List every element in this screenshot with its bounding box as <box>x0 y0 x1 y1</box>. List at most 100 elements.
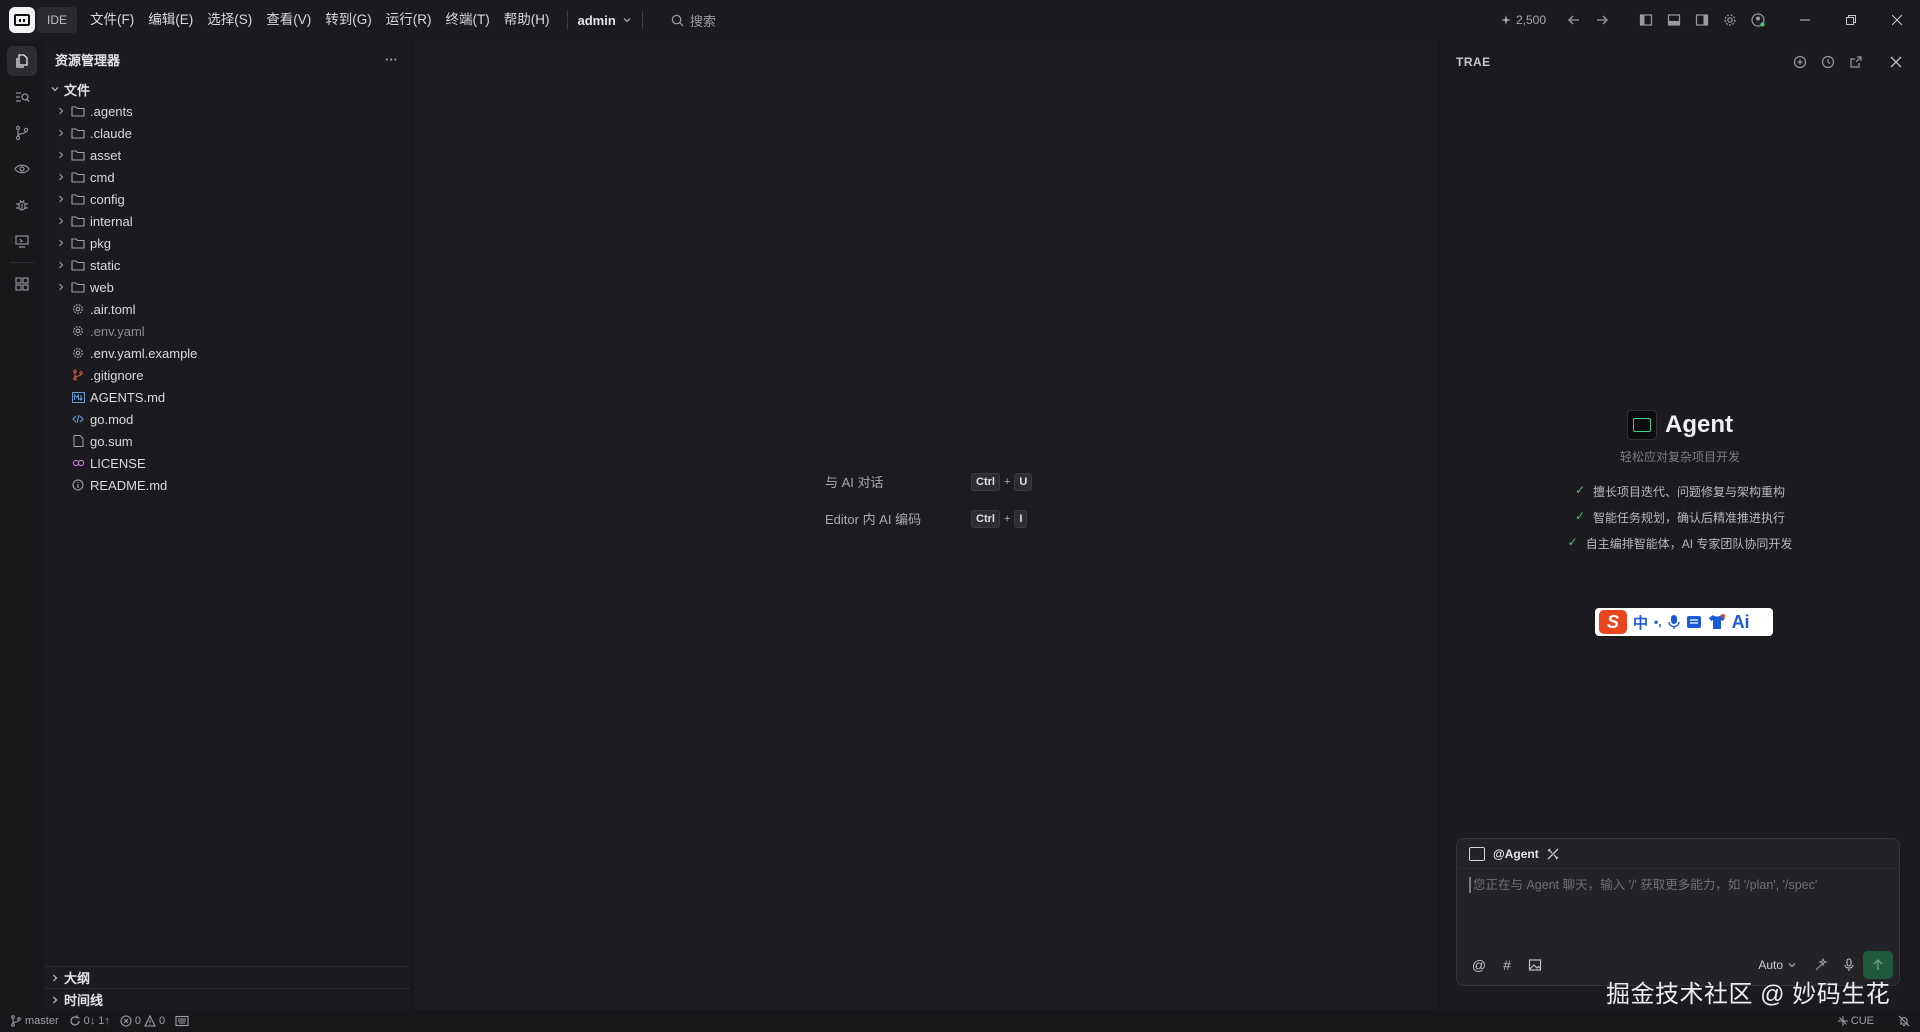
file-item[interactable]: LICENSE <box>44 452 410 474</box>
remote-monitor-icon[interactable] <box>7 226 37 256</box>
toggle-left-panel-icon[interactable] <box>1632 0 1660 40</box>
context-hash-icon[interactable]: # <box>1493 951 1521 979</box>
ime-ai-button[interactable]: Ai <box>1732 612 1750 633</box>
explorer-files-icon[interactable] <box>7 46 37 76</box>
sync-status[interactable]: 0↓ 1↑ <box>69 1015 110 1027</box>
open-external-icon[interactable] <box>1842 48 1870 76</box>
skin-shirt-icon[interactable] <box>1708 614 1726 630</box>
history-icon[interactable] <box>1814 48 1842 76</box>
microphone-icon[interactable] <box>1667 614 1680 630</box>
close-panel-icon[interactable] <box>1882 48 1910 76</box>
folder-item[interactable]: cmd <box>44 166 410 188</box>
chevron-right-icon <box>53 974 58 981</box>
info-icon <box>70 479 86 491</box>
language-status[interactable]: CUE <box>1837 1015 1874 1027</box>
editor-area[interactable]: 与 AI 对话 Ctrl + U Editor 内 AI 编码 Ctrl + I <box>414 40 1438 1010</box>
folder-item[interactable]: .agents <box>44 100 410 122</box>
ime-toolbar[interactable]: S 中 •, Ai <box>1595 608 1773 636</box>
file-name: .env.yaml <box>90 323 145 339</box>
tree-root-folder[interactable]: 文件 <box>44 78 410 100</box>
settings-gear-icon[interactable] <box>1716 0 1744 40</box>
ide-mode-badge[interactable]: IDE <box>37 7 78 33</box>
folder-item[interactable]: config <box>44 188 410 210</box>
back-arrow-icon[interactable] <box>1560 0 1588 40</box>
model-mode-dropdown[interactable]: Auto <box>1758 958 1797 972</box>
gear-icon <box>70 325 86 337</box>
gear-icon <box>70 347 86 359</box>
more-actions-icon[interactable]: ··· <box>385 52 398 67</box>
key-plus: + <box>1003 512 1011 525</box>
folder-icon <box>70 127 86 139</box>
menu-help[interactable]: 帮助(H) <box>497 0 557 40</box>
menu-edit[interactable]: 编辑(E) <box>141 0 200 40</box>
notifications-bell-icon[interactable] <box>1898 1015 1910 1027</box>
folder-item[interactable]: pkg <box>44 232 410 254</box>
ime-lang-toggle[interactable]: 中 <box>1633 612 1648 633</box>
close-window-button[interactable] <box>1874 0 1920 40</box>
folder-icon <box>70 105 86 117</box>
shortcut-hint-chat: 与 AI 对话 Ctrl + U <box>825 472 1033 491</box>
account-icon[interactable] <box>1744 0 1772 40</box>
global-search[interactable]: 搜索 <box>671 11 716 30</box>
toggle-right-panel-icon[interactable] <box>1688 0 1716 40</box>
agent-title: Agent <box>1440 410 1920 440</box>
timeline-section[interactable]: 时间线 <box>44 988 410 1010</box>
file-item[interactable]: .env.yaml <box>44 320 410 342</box>
folder-item[interactable]: asset <box>44 144 410 166</box>
search-panel-icon[interactable] <box>7 82 37 112</box>
chat-agent-selector[interactable]: @Agent <box>1457 839 1899 869</box>
forward-arrow-icon[interactable] <box>1588 0 1616 40</box>
ime-punct-toggle[interactable]: •, <box>1654 615 1662 629</box>
menu-go[interactable]: 转到(G) <box>318 0 379 40</box>
keyboard-status-icon[interactable] <box>175 1015 189 1027</box>
mention-at-icon[interactable]: @ <box>1465 951 1493 979</box>
file-item[interactable]: go.sum <box>44 430 410 452</box>
menu-view[interactable]: 查看(V) <box>259 0 318 40</box>
folder-item[interactable]: internal <box>44 210 410 232</box>
folder-item[interactable]: static <box>44 254 410 276</box>
file-item[interactable]: AGENTS.md <box>44 386 410 408</box>
toggle-bottom-panel-icon[interactable] <box>1660 0 1688 40</box>
folder-icon <box>70 171 86 183</box>
folder-icon <box>70 281 86 293</box>
keyboard-icon[interactable] <box>1686 615 1702 629</box>
error-count: 0 <box>134 1015 142 1027</box>
sync-icon <box>70 1015 80 1026</box>
sparkle-icon <box>1500 15 1511 25</box>
file-item[interactable]: .env.yaml.example <box>44 342 410 364</box>
chat-input[interactable]: 您正在与 Agent 聊天，输入 '/' 获取更多能力，如 '/plan', '… <box>1469 877 1899 893</box>
credits-indicator[interactable]: 2,500 <box>1500 13 1546 27</box>
menu-selection[interactable]: 选择(S) <box>200 0 259 40</box>
extensions-grid-icon[interactable] <box>7 269 37 299</box>
divider <box>641 11 643 29</box>
file-item[interactable]: go.mod <box>44 408 410 430</box>
menu-file[interactable]: 文件(F) <box>83 0 141 40</box>
file-name: .gitignore <box>90 367 144 383</box>
folder-icon <box>70 237 86 249</box>
image-upload-icon[interactable] <box>1521 951 1549 979</box>
maximize-button[interactable] <box>1828 0 1874 40</box>
new-chat-icon[interactable] <box>1786 48 1814 76</box>
folder-item[interactable]: .claude <box>44 122 410 144</box>
file-item[interactable]: README.md <box>44 474 410 496</box>
file-item[interactable]: .air.toml <box>44 298 410 320</box>
language-label: CUE <box>1850 1015 1874 1027</box>
problems-status[interactable]: 0 0 <box>120 1015 165 1027</box>
outline-section[interactable]: 大纲 <box>44 966 410 988</box>
debug-bug-icon[interactable] <box>7 190 37 220</box>
folder-item[interactable]: web <box>44 276 410 298</box>
minimize-button[interactable] <box>1782 0 1828 40</box>
workspace-selector[interactable]: admin <box>578 13 632 28</box>
source-control-icon[interactable] <box>7 118 37 148</box>
chevron-down-icon <box>623 18 631 23</box>
menu-terminal[interactable]: 终端(T) <box>439 0 497 40</box>
feature-text: 擅长项目迭代、问题修复与架构重构 <box>1593 485 1786 499</box>
file-item[interactable]: .gitignore <box>44 364 410 386</box>
branch-status[interactable]: master <box>10 1015 59 1027</box>
menu-run[interactable]: 运行(R) <box>379 0 439 40</box>
preview-eye-icon[interactable] <box>7 154 37 184</box>
tools-icon[interactable] <box>1547 848 1559 860</box>
sogou-logo-icon: S <box>1599 610 1627 634</box>
markdown-icon <box>70 391 86 403</box>
app-logo-icon[interactable] <box>9 7 35 33</box>
